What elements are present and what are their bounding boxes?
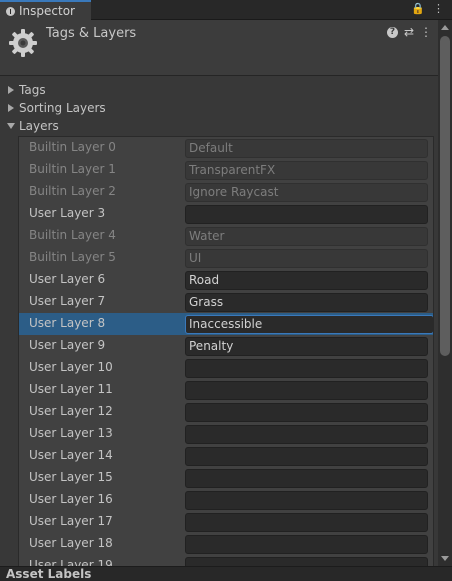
chevron-right-icon <box>6 103 16 113</box>
page-title: Tags & Layers <box>46 26 137 41</box>
layer-name: Builtin Layer 0 <box>29 140 116 154</box>
layer-row[interactable]: Builtin Layer 1 TransparentFX <box>19 159 433 181</box>
layer-name: User Layer 8 <box>29 316 106 330</box>
layer-list: Builtin Layer 0 Default Builtin Layer 1 Tra… <box>18 136 434 576</box>
tab-inspector[interactable]: Inspector <box>0 0 91 20</box>
header-tools: ? ⇄ ⋮ <box>386 25 432 39</box>
layer-name: User Layer 7 <box>29 294 106 308</box>
scroll-up-icon[interactable] <box>441 25 449 30</box>
layer-row[interactable]: User Layer 14 <box>19 445 433 467</box>
layer-row[interactable]: User Layer 3 <box>19 203 433 225</box>
layer-name-field[interactable] <box>185 359 428 378</box>
layer-name: Builtin Layer 5 <box>29 250 116 264</box>
inspector-content: Tags Sorting Layers Layers Builtin Layer… <box>0 76 438 576</box>
layer-name-field[interactable] <box>185 425 428 444</box>
foldout-layers-label: Layers <box>19 119 59 133</box>
inspector-header: Tags & Layers ? ⇄ ⋮ <box>0 20 438 76</box>
layer-name-field[interactable]: Penalty <box>185 337 428 356</box>
layer-row[interactable]: User Layer 17 <box>19 511 433 533</box>
layer-name: User Layer 17 <box>29 514 113 528</box>
chevron-right-icon <box>6 85 16 95</box>
info-icon <box>6 6 15 16</box>
gear-icon <box>9 29 37 57</box>
layer-name-field: Ignore Raycast <box>185 183 428 202</box>
layer-name-field: UI <box>185 249 428 268</box>
tab-tools: 🔒 ⋮ <box>411 2 444 15</box>
layer-name: User Layer 14 <box>29 448 113 462</box>
layer-row[interactable]: User Layer 7 Grass <box>19 291 433 313</box>
asset-labels-footer[interactable]: Asset Labels <box>0 566 452 581</box>
scroll-thumb[interactable] <box>440 36 450 356</box>
layer-name: User Layer 16 <box>29 492 113 506</box>
layer-row[interactable]: Builtin Layer 0 Default <box>19 137 433 159</box>
layer-row[interactable]: User Layer 6 Road <box>19 269 433 291</box>
layer-row[interactable]: User Layer 18 <box>19 533 433 555</box>
layer-name: User Layer 9 <box>29 338 106 352</box>
layer-name-field: Water <box>185 227 428 246</box>
layer-row[interactable]: User Layer 13 <box>19 423 433 445</box>
foldout-sorting-layers-label: Sorting Layers <box>19 101 106 115</box>
layer-name: User Layer 18 <box>29 536 113 550</box>
tab-bar: Inspector 🔒 ⋮ <box>0 0 452 20</box>
layer-row[interactable]: Builtin Layer 2 Ignore Raycast <box>19 181 433 203</box>
layer-name-field: Default <box>185 139 428 158</box>
layer-name-field[interactable]: Grass <box>185 293 428 312</box>
layer-name-field[interactable] <box>185 447 428 466</box>
layer-name: User Layer 10 <box>29 360 113 374</box>
layer-row[interactable]: Builtin Layer 4 Water <box>19 225 433 247</box>
layer-name: User Layer 12 <box>29 404 113 418</box>
tab-menu-icon[interactable]: ⋮ <box>433 2 444 15</box>
layer-row[interactable]: User Layer 11 <box>19 379 433 401</box>
layer-name: User Layer 3 <box>29 206 106 220</box>
foldout-tags[interactable]: Tags <box>6 81 46 99</box>
layer-name: User Layer 15 <box>29 470 113 484</box>
layer-row[interactable]: Builtin Layer 5 UI <box>19 247 433 269</box>
foldout-sorting-layers[interactable]: Sorting Layers <box>6 99 106 117</box>
help-icon[interactable]: ? <box>386 27 398 38</box>
presets-icon[interactable]: ⇄ <box>404 25 414 39</box>
layer-name-field[interactable] <box>185 469 428 488</box>
layer-name: Builtin Layer 4 <box>29 228 116 242</box>
layer-row[interactable]: User Layer 8 Inaccessible <box>19 313 433 335</box>
layer-row[interactable]: User Layer 9 Penalty <box>19 335 433 357</box>
layer-row[interactable]: User Layer 15 <box>19 467 433 489</box>
layer-name-field[interactable] <box>185 381 428 400</box>
lock-icon[interactable]: 🔒 <box>411 2 425 15</box>
layer-name: User Layer 13 <box>29 426 113 440</box>
scroll-down-icon[interactable] <box>441 556 449 561</box>
layer-name: User Layer 6 <box>29 272 106 286</box>
layer-name-field[interactable]: Road <box>185 271 428 290</box>
layer-name: User Layer 11 <box>29 382 113 396</box>
layer-name-field[interactable] <box>185 513 428 532</box>
scrollbar[interactable] <box>438 20 452 566</box>
layer-name-field[interactable] <box>185 403 428 422</box>
foldout-tags-label: Tags <box>19 83 46 97</box>
layer-name: Builtin Layer 2 <box>29 184 116 198</box>
layer-name-field[interactable] <box>185 535 428 554</box>
layer-name-field[interactable] <box>185 491 428 510</box>
tab-label: Inspector <box>19 4 75 18</box>
layer-name: Builtin Layer 1 <box>29 162 116 176</box>
layer-name-field[interactable]: Inaccessible <box>185 315 433 334</box>
layer-row[interactable]: User Layer 12 <box>19 401 433 423</box>
layer-row[interactable]: User Layer 10 <box>19 357 433 379</box>
header-menu-icon[interactable]: ⋮ <box>420 25 432 39</box>
layer-name-field: TransparentFX <box>185 161 428 180</box>
foldout-layers[interactable]: Layers <box>6 117 59 135</box>
layer-row[interactable]: User Layer 16 <box>19 489 433 511</box>
chevron-down-icon <box>6 121 16 131</box>
layer-name-field[interactable] <box>185 205 428 224</box>
